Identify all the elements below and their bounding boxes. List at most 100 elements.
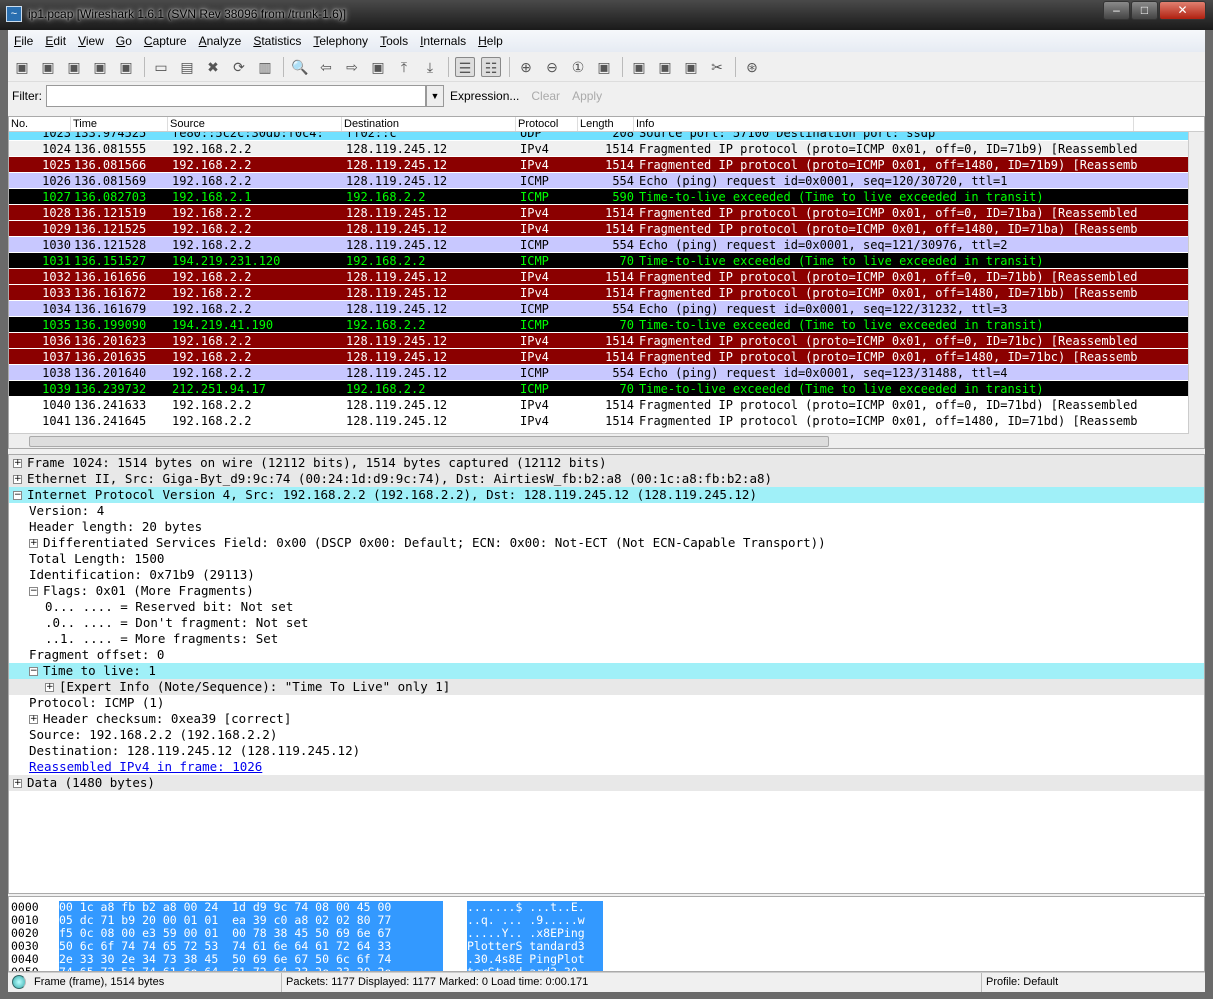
- apply-button[interactable]: Apply: [572, 89, 602, 103]
- status-profile[interactable]: Profile: Default: [982, 973, 1205, 992]
- packet-row[interactable]: 1041 136.241645 192.168.2.2 128.119.245.12 I…: [9, 413, 1204, 429]
- forward-icon[interactable]: ⇨: [342, 57, 362, 77]
- column-header-protocol[interactable]: Protocol: [516, 117, 578, 131]
- minimize-button[interactable]: –: [1103, 1, 1130, 20]
- collapse-icon[interactable]: −: [13, 491, 22, 500]
- interfaces-icon[interactable]: ▣: [12, 57, 32, 77]
- collapse-icon[interactable]: −: [29, 587, 38, 596]
- save-icon[interactable]: ▤: [177, 57, 197, 77]
- menu-file[interactable]: File: [14, 34, 33, 48]
- detail-line[interactable]: Source: 192.168.2.2 (192.168.2.2): [9, 727, 1204, 743]
- packet-row[interactable]: 1029 136.121525 192.168.2.2 128.119.245.12 I…: [9, 221, 1204, 237]
- detail-line[interactable]: Reassembled IPv4 in frame: 1026: [9, 759, 1204, 775]
- detail-line[interactable]: 0... .... = Reserved bit: Not set: [9, 599, 1204, 615]
- column-header-source[interactable]: Source: [168, 117, 342, 131]
- detail-line[interactable]: Header length: 20 bytes: [9, 519, 1204, 535]
- clear-button[interactable]: Clear: [531, 89, 560, 103]
- menu-capture[interactable]: Capture: [144, 34, 187, 48]
- detail-line[interactable]: + [Expert Info (Note/Sequence): "Time To …: [9, 679, 1204, 695]
- reload-icon[interactable]: ⟳: [229, 57, 249, 77]
- packet-list-vertical-scrollbar[interactable]: [1188, 132, 1204, 448]
- packet-row[interactable]: 1033 136.161672 192.168.2.2 128.119.245.12 I…: [9, 285, 1204, 301]
- menu-view[interactable]: View: [78, 34, 104, 48]
- detail-line[interactable]: Protocol: ICMP (1): [9, 695, 1204, 711]
- collapse-icon[interactable]: −: [29, 667, 38, 676]
- coloring-rules-icon[interactable]: ▣: [681, 57, 701, 77]
- expression-button[interactable]: Expression...: [450, 89, 519, 103]
- preferences-icon[interactable]: ✂: [707, 57, 727, 77]
- last-icon[interactable]: ⤓: [420, 57, 440, 77]
- menu-internals[interactable]: Internals: [420, 34, 466, 48]
- detail-line[interactable]: Total Length: 1500: [9, 551, 1204, 567]
- filter-dropdown-button[interactable]: ▼: [426, 85, 444, 107]
- menu-statistics[interactable]: Statistics: [253, 34, 301, 48]
- packet-row[interactable]: 1035 136.199090 194.219.41.190 192.168.2.2 I…: [9, 317, 1204, 333]
- detail-line[interactable]: Version: 4: [9, 503, 1204, 519]
- display-filter-icon[interactable]: ▣: [655, 57, 675, 77]
- packet-row[interactable]: 1038 136.201640 192.168.2.2 128.119.245.12 I…: [9, 365, 1204, 381]
- options-icon[interactable]: ▣: [38, 57, 58, 77]
- find-icon[interactable]: 🔍: [290, 57, 310, 77]
- open-icon[interactable]: ▭: [151, 57, 171, 77]
- packet-row[interactable]: 1036 136.201623 192.168.2.2 128.119.245.12 I…: [9, 333, 1204, 349]
- packet-row[interactable]: 1040 136.241633 192.168.2.2 128.119.245.12 I…: [9, 397, 1204, 413]
- detail-line[interactable]: + Header checksum: 0xea39 [correct]: [9, 711, 1204, 727]
- column-header-no[interactable]: No.: [9, 117, 71, 131]
- detail-line[interactable]: − Internet Protocol Version 4, Src: 192.1…: [9, 487, 1204, 503]
- packet-row[interactable]: 1039 136.239732 212.251.94.17 192.168.2.2 IC…: [9, 381, 1204, 397]
- autoscroll-icon[interactable]: ☷: [481, 56, 501, 77]
- detail-line[interactable]: + Frame 1024: 1514 bytes on wire (12112 b…: [9, 455, 1204, 471]
- zoom-normal-icon[interactable]: ①: [568, 57, 588, 77]
- packet-row[interactable]: 1037 136.201635 192.168.2.2 128.119.245.12 I…: [9, 349, 1204, 365]
- help-icon[interactable]: ⊛: [742, 57, 762, 77]
- packet-row[interactable]: 1028 136.121519 192.168.2.2 128.119.245.12 I…: [9, 205, 1204, 221]
- detail-line[interactable]: − Time to live: 1: [9, 663, 1204, 679]
- restart-icon[interactable]: ▣: [116, 57, 136, 77]
- column-header-info[interactable]: Info: [634, 117, 1134, 131]
- menu-help[interactable]: Help: [478, 34, 503, 48]
- packet-row[interactable]: 1025 136.081566 192.168.2.2 128.119.245.12 I…: [9, 157, 1204, 173]
- packet-row[interactable]: 1031 136.151527 194.219.231.120 192.168.2.2…: [9, 253, 1204, 269]
- expand-icon[interactable]: +: [29, 539, 38, 548]
- expand-icon[interactable]: +: [13, 459, 22, 468]
- detail-line[interactable]: .0.. .... = Don't fragment: Not set: [9, 615, 1204, 631]
- column-header-time[interactable]: Time: [71, 117, 168, 131]
- expand-icon[interactable]: +: [29, 715, 38, 724]
- packet-row[interactable]: 1023 133.974525 fe80::5c2c:30db:f0c4: ff02:…: [9, 132, 1204, 141]
- column-header-length[interactable]: Length: [578, 117, 634, 131]
- detail-line[interactable]: Destination: 128.119.245.12 (128.119.245…: [9, 743, 1204, 759]
- menu-edit[interactable]: Edit: [45, 34, 66, 48]
- scroll-thumb[interactable]: [29, 436, 829, 447]
- packet-row[interactable]: 1032 136.161656 192.168.2.2 128.119.245.12 I…: [9, 269, 1204, 285]
- start-icon[interactable]: ▣: [64, 57, 84, 77]
- filter-input[interactable]: [46, 85, 426, 107]
- menu-analyze[interactable]: Analyze: [199, 34, 242, 48]
- stop-icon[interactable]: ▣: [90, 57, 110, 77]
- close-window-button[interactable]: ✕: [1159, 1, 1206, 20]
- packet-row[interactable]: 1024 136.081555 192.168.2.2 128.119.245.12 I…: [9, 141, 1204, 157]
- close-icon[interactable]: ✖: [203, 57, 223, 77]
- packet-row[interactable]: 1026 136.081569 192.168.2.2 128.119.245.12 I…: [9, 173, 1204, 189]
- detail-line[interactable]: Fragment offset: 0: [9, 647, 1204, 663]
- detail-line[interactable]: + Differentiated Services Field: 0x00 (DS…: [9, 535, 1204, 551]
- print-icon[interactable]: ▥: [255, 57, 275, 77]
- colorize-icon[interactable]: ☰: [455, 56, 475, 77]
- zoom-in-icon[interactable]: ⊕: [516, 57, 536, 77]
- detail-text[interactable]: Reassembled IPv4 in frame: 1026: [29, 759, 262, 774]
- packet-list-horizontal-scrollbar[interactable]: [9, 433, 1189, 448]
- goto-icon[interactable]: ▣: [368, 57, 388, 77]
- detail-line[interactable]: − Flags: 0x01 (More Fragments): [9, 583, 1204, 599]
- zoom-out-icon[interactable]: ⊖: [542, 57, 562, 77]
- column-header-destination[interactable]: Destination: [342, 117, 516, 131]
- maximize-button[interactable]: □: [1131, 1, 1158, 20]
- back-icon[interactable]: ⇦: [316, 57, 336, 77]
- packet-row[interactable]: 1027 136.082703 192.168.2.1 192.168.2.2 ICMP…: [9, 189, 1204, 205]
- expand-icon[interactable]: +: [45, 683, 54, 692]
- detail-line[interactable]: Identification: 0x71b9 (29113): [9, 567, 1204, 583]
- expand-icon[interactable]: +: [13, 779, 22, 788]
- expand-icon[interactable]: +: [13, 475, 22, 484]
- capture-filter-icon[interactable]: ▣: [629, 57, 649, 77]
- packet-row[interactable]: 1030 136.121528 192.168.2.2 128.119.245.12 I…: [9, 237, 1204, 253]
- first-icon[interactable]: ⤒: [394, 57, 414, 77]
- expert-info-led-icon[interactable]: [12, 975, 26, 989]
